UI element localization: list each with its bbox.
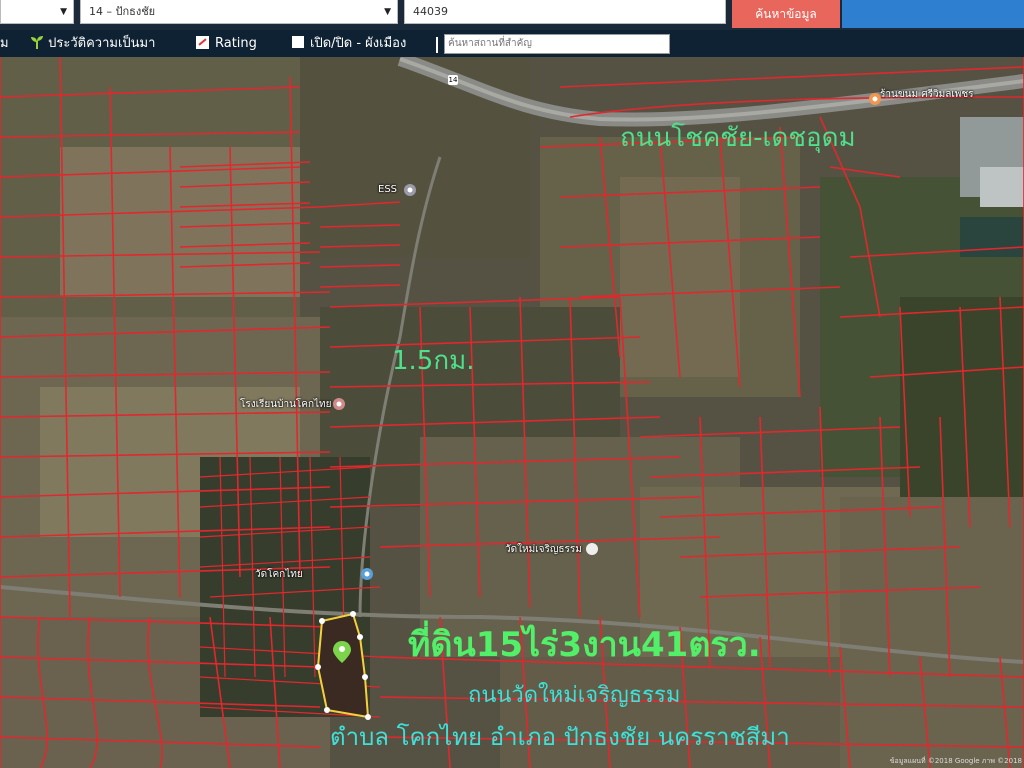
poi-label[interactable]: โรงเรียนบ้านโคกไทย bbox=[240, 397, 332, 412]
road-label-main: ถนนโชคชัย-เดชอุดม bbox=[620, 123, 856, 153]
satellite-map[interactable]: 14 ESS โรงเรียนบ้านโคกไทย วัดใหม่เจริญธร… bbox=[0, 57, 1024, 768]
place-search-input[interactable]: ค้นหาสถานที่สำคัญ bbox=[444, 34, 670, 54]
checkbox-icon bbox=[292, 36, 304, 48]
poi-label[interactable]: ร้านขนม ศรีวิมลเพชร bbox=[880, 87, 974, 102]
menu-history-label: ประวัติความเป็นมา bbox=[48, 36, 156, 51]
sprout-icon bbox=[31, 36, 43, 49]
blue-action-button[interactable] bbox=[842, 0, 1024, 28]
poi-label[interactable]: ESS bbox=[378, 184, 397, 195]
map-attribution: ข้อมูลแผนที่ ©2018 Google ภาพ ©2018 bbox=[889, 757, 1022, 765]
postcode-input[interactable]: 44039 bbox=[404, 0, 726, 24]
chevron-down-icon: ▼ bbox=[60, 7, 67, 17]
route-shield: 14 bbox=[448, 75, 458, 85]
menu-rating-label: Rating bbox=[215, 36, 257, 51]
menu-item-rating[interactable]: Rating bbox=[196, 30, 257, 57]
poi-label[interactable]: วัดโคกไทย bbox=[255, 567, 303, 582]
district-select[interactable]: 14 – ปักธงชัย ▼ bbox=[80, 0, 398, 24]
rating-icon bbox=[196, 36, 209, 49]
location-label: ตำบล โคกไทย อำเภอ ปักธงชัย นครราชสีมา bbox=[330, 723, 790, 751]
zoning-toggle-label: เปิด/ปิด - ผังเมือง bbox=[310, 36, 407, 51]
road-label-local: ถนนวัดใหม่เจริญธรรม bbox=[468, 683, 681, 708]
chevron-down-icon: ▼ bbox=[384, 7, 391, 17]
top-search-bar: ▼ 14 – ปักธงชัย ▼ 44039 ค้นหาข้อมูล bbox=[0, 0, 1024, 30]
search-button[interactable]: ค้นหาข้อมูล bbox=[732, 0, 840, 28]
menu-item-partial[interactable]: ม bbox=[0, 30, 9, 57]
land-area-label: ที่ดิน15ไร่3งาน41ตรว. bbox=[408, 625, 761, 665]
menu-item-history[interactable]: ประวัติความเป็นมา bbox=[30, 30, 155, 57]
zoning-toggle[interactable]: เปิด/ปิด - ผังเมือง bbox=[292, 30, 406, 57]
menu-separator bbox=[436, 37, 438, 53]
province-select[interactable]: ▼ bbox=[0, 0, 74, 24]
district-select-value: 14 – ปักธงชัย bbox=[89, 5, 156, 18]
poi-label[interactable]: วัดใหม่เจริญธรรม bbox=[505, 542, 582, 557]
distance-label: 1.5กม. bbox=[392, 346, 475, 376]
